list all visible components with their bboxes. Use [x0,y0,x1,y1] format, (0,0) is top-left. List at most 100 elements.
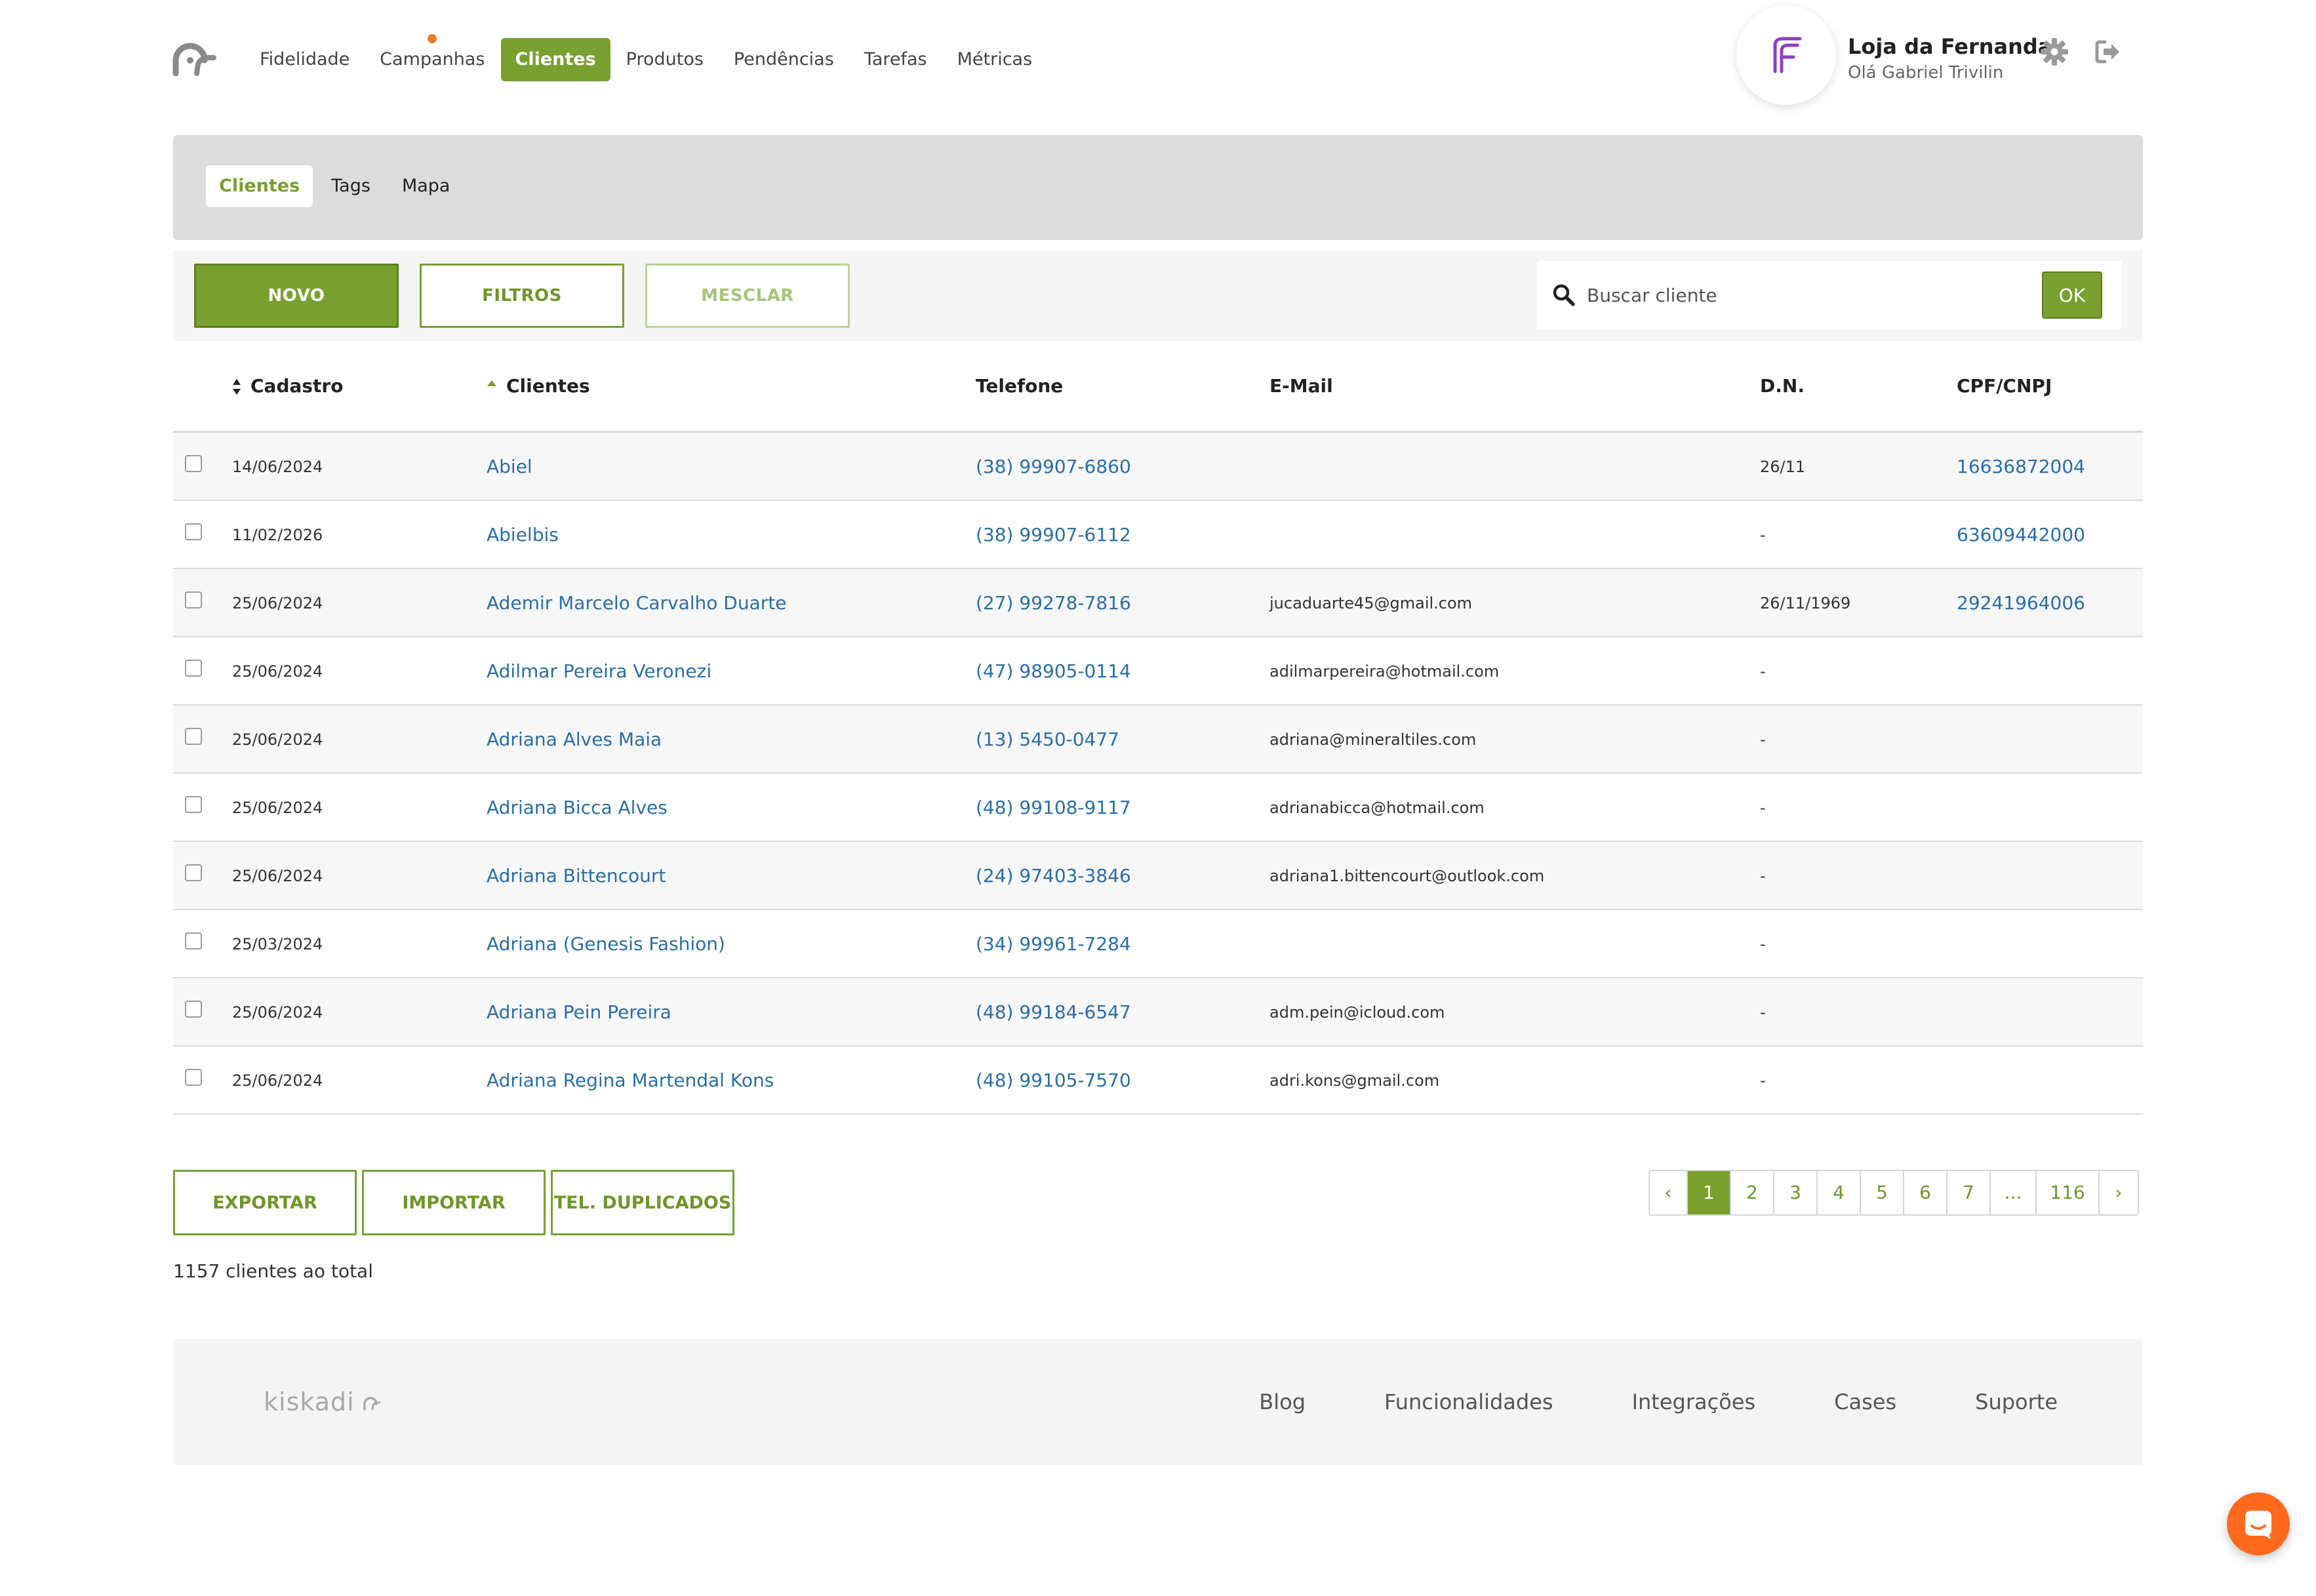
table-row: 25/06/2024 Adilmar Pereira Veronezi (47) 9… [173,637,2143,706]
logout-icon[interactable] [2093,37,2123,67]
header-clientes[interactable]: Clientes [487,365,590,433]
cell-client-name[interactable]: Adriana (Genesis Fashion) [487,910,725,978]
cell-telefone[interactable]: (34) 99961-7284 [976,910,1131,978]
table-row: 25/06/2024 Adriana Pein Pereira (48) 99184… [173,978,2143,1047]
mesclar-button[interactable]: Mesclar [645,264,850,328]
footer-link-funcionalidades[interactable]: Funcionalidades [1384,1389,1553,1414]
cell-client-name[interactable]: Adilmar Pereira Veronezi [487,637,711,706]
pagination-next[interactable]: › [2100,1171,2138,1214]
pagination-page[interactable]: 1 [1688,1171,1731,1214]
cell-dn: - [1760,730,1766,749]
search-icon [1553,284,1575,306]
chat-icon [2245,1511,2271,1539]
pagination-page[interactable]: 2 [1731,1171,1774,1214]
header-cpf: CPF/CNPJ [1957,375,2052,397]
table-row: 25/06/2024 Adriana Bicca Alves (48) 99108-… [173,774,2143,842]
search-input[interactable] [1587,273,2020,317]
cell-email: adriana@mineraltiles.com [1269,730,1477,749]
cell-cpf[interactable]: 16636872004 [1957,433,2085,501]
novo-button[interactable]: Novo [194,264,399,328]
cell-cadastro: 11/02/2026 [232,526,323,544]
gear-icon[interactable] [2039,37,2069,67]
notification-dot [428,34,437,43]
cell-client-name[interactable]: Abiel [487,433,532,501]
cell-telefone[interactable]: (27) 99278-7816 [976,569,1131,637]
row-checkbox[interactable] [185,523,202,540]
chat-button[interactable] [2227,1492,2290,1555]
table-row: 14/06/2024 Abiel (38) 99907-6860 26/11 16636… [173,433,2143,501]
nav-item-metricas[interactable]: Métricas [943,38,1047,81]
cell-telefone[interactable]: (38) 99907-6112 [976,501,1131,569]
tab-tags[interactable]: Tags [318,165,384,207]
tab-mapa[interactable]: Mapa [389,165,464,207]
nav-item-pendencias[interactable]: Pendências [719,38,849,81]
filtros-button[interactable]: Filtros [420,264,624,328]
row-checkbox[interactable] [185,660,202,677]
tab-clientes[interactable]: Clientes [206,165,313,207]
cell-client-name[interactable]: Abielbis [487,501,559,569]
pagination-page[interactable]: 116 [2037,1171,2100,1214]
pagination-page[interactable]: 7 [1947,1171,1991,1214]
store-avatar[interactable] [1736,5,1836,105]
row-checkbox[interactable] [185,728,202,745]
cell-cadastro: 14/06/2024 [232,458,323,476]
nav-item-tarefas[interactable]: Tarefas [850,38,942,81]
importar-button[interactable]: Importar [362,1170,546,1235]
exportar-button[interactable]: Exportar [173,1170,357,1235]
cell-cpf[interactable]: 63609442000 [1957,501,2085,569]
row-checkbox[interactable] [185,864,202,881]
header-cadastro[interactable]: Cadastro [232,365,343,433]
cell-client-name[interactable]: Adriana Pein Pereira [487,978,671,1047]
cell-telefone[interactable]: (48) 99108-9117 [976,774,1131,842]
cell-client-name[interactable]: Adriana Alves Maia [487,706,662,774]
client-search: OK [1537,261,2122,329]
row-checkbox[interactable] [185,1069,202,1086]
cell-telefone[interactable]: (47) 98905-0114 [976,637,1131,706]
row-checkbox[interactable] [185,1001,202,1018]
pagination-page[interactable]: 5 [1861,1171,1904,1214]
header-email: E-Mail [1269,375,1333,397]
cell-telefone[interactable]: (48) 99105-7570 [976,1047,1131,1115]
footer-link-cases[interactable]: Cases [1834,1389,1896,1414]
bird-logo-icon[interactable] [172,42,216,76]
cell-telefone[interactable]: (24) 97403-3846 [976,842,1131,910]
header-cadastro-label: Cadastro [250,375,344,397]
user-greeting: Olá Gabriel Trivilin [1848,63,2004,83]
cell-client-name[interactable]: Adriana Regina Martendal Kons [487,1047,774,1115]
nav-item-produtos[interactable]: Produtos [612,38,718,81]
pagination-prev[interactable]: ‹ [1650,1171,1688,1214]
footer-logo[interactable]: kiskadi [264,1387,381,1416]
row-checkbox[interactable] [185,932,202,949]
cell-email: adri.kons@gmail.com [1269,1071,1440,1090]
cell-cpf[interactable]: 29241964006 [1957,569,2085,637]
pagination-ellipsis: ... [1991,1171,2037,1214]
row-checkbox[interactable] [185,455,202,472]
main-nav: Fidelidade Campanhas Clientes Produtos Pendê… [245,34,1048,83]
cell-telefone[interactable]: (48) 99184-6547 [976,978,1131,1047]
cell-client-name[interactable]: Ademir Marcelo Carvalho Duarte [487,569,786,637]
pagination-page[interactable]: 3 [1774,1171,1818,1214]
store-logo-icon [1773,37,1802,73]
footer-link-integracoes[interactable]: Integrações [1632,1389,1756,1414]
nav-item-campanhas[interactable]: Campanhas [365,34,499,81]
page-footer: kiskadi Blog Funcionalidades Integrações Ca… [173,1339,2143,1465]
nav-item-fidelidade[interactable]: Fidelidade [245,38,364,81]
nav-item-clientes[interactable]: Clientes [500,38,610,81]
cell-client-name[interactable]: Adriana Bicca Alves [487,774,668,842]
header-clientes-label: Clientes [506,375,590,397]
pagination-page[interactable]: 4 [1818,1171,1861,1214]
table-row: 25/06/2024 Adriana Alves Maia (13) 5450-04… [173,706,2143,774]
row-checkbox[interactable] [185,591,202,608]
cell-client-name[interactable]: Adriana Bittencourt [487,842,666,910]
tel-duplicados-button[interactable]: Tel. duplicados [551,1170,734,1235]
table-row: 25/06/2024 Adriana Bittencourt (24) 97403-… [173,842,2143,910]
cell-email: adrianabicca@hotmail.com [1269,799,1485,817]
footer-link-blog[interactable]: Blog [1259,1389,1306,1414]
cell-telefone[interactable]: (38) 99907-6860 [976,433,1131,501]
cell-telefone[interactable]: (13) 5450-0477 [976,706,1119,774]
pagination-page[interactable]: 6 [1904,1171,1947,1214]
search-ok-button[interactable]: OK [2042,271,2102,319]
footer-link-suporte[interactable]: Suporte [1975,1389,2058,1414]
table-row: 25/03/2024 Adriana (Genesis Fashion) (34) … [173,910,2143,978]
row-checkbox[interactable] [185,796,202,813]
